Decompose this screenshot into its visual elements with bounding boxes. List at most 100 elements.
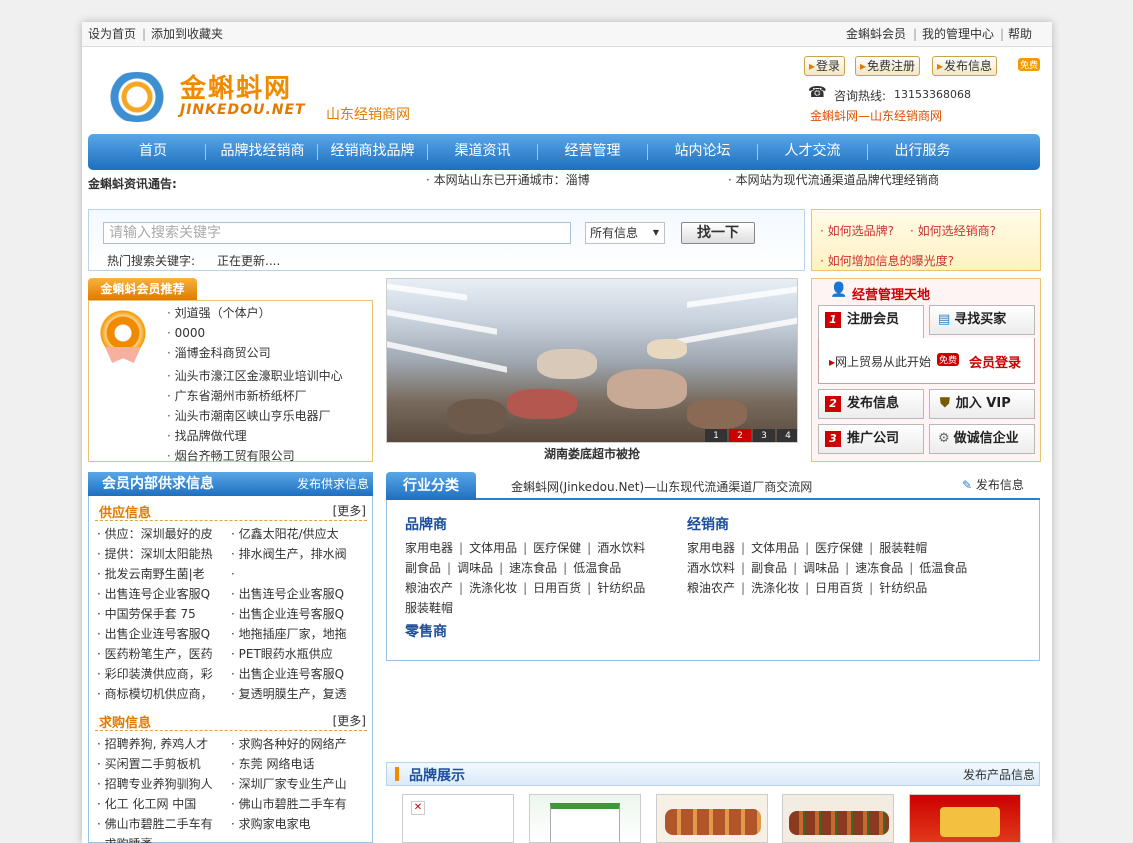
member-login-link[interactable]: 会员登录	[969, 352, 1021, 371]
brand-image-broken[interactable]: ✕	[402, 794, 514, 843]
buy-item[interactable]: · 求购睡袤	[97, 834, 227, 843]
admin-center-link[interactable]: 我的管理中心	[922, 22, 994, 46]
supply-item[interactable]: · 亿鑫太阳花/供应太	[231, 524, 371, 544]
publish-product-link[interactable]: 发布产品信息	[963, 766, 1035, 783]
member-item[interactable]: · 刘道强（个体户）	[167, 305, 271, 321]
faq-choose-dealer[interactable]: · 如何选经销商?	[910, 222, 996, 239]
nav-dealer-find-brand[interactable]: 经销商找品牌	[320, 134, 425, 170]
supply-item[interactable]: · 供应：深圳最好的皮	[97, 524, 227, 544]
member-link[interactable]: 金蝌蚪会员	[846, 22, 906, 46]
brand-image[interactable]	[909, 794, 1021, 843]
category-link[interactable]: 粮油农产	[405, 581, 453, 595]
member-item[interactable]: · 找品牌做代理	[167, 428, 247, 444]
nav-talent[interactable]: 人才交流	[760, 134, 865, 170]
promote-company-button[interactable]: 3 推广公司	[818, 424, 924, 454]
supply-item[interactable]: · 彩印装潢供应商，彩	[97, 664, 227, 684]
member-item[interactable]: · 0000	[167, 325, 205, 341]
category-link[interactable]: 针纺织品	[879, 581, 927, 595]
photo-page-3[interactable]: 3	[753, 429, 775, 442]
category-link[interactable]: 副食品	[405, 561, 441, 575]
honest-enterprise-button[interactable]: ⚙ 做诚信企业	[929, 424, 1035, 454]
category-link[interactable]: 医疗保健	[815, 541, 863, 555]
brand-image[interactable]	[529, 794, 641, 843]
supply-item[interactable]: · 出售企业连号客服Q	[231, 604, 371, 624]
supply-item[interactable]: · 批发云南野生菌|老	[97, 564, 227, 584]
category-link[interactable]: 文体用品	[751, 541, 799, 555]
buy-item[interactable]: · 深圳厂家专业生产山	[231, 774, 371, 794]
category-link[interactable]: 调味品	[457, 561, 493, 575]
nav-travel[interactable]: 出行服务	[870, 134, 975, 170]
photo-page-1[interactable]: 1	[705, 429, 727, 442]
supply-item[interactable]: · 复透明膜生产，复透	[231, 684, 371, 704]
dealer-section-title[interactable]: 经销商	[687, 514, 729, 534]
search-category-select[interactable]: 所有信息 ▼	[585, 222, 665, 244]
category-link[interactable]: 针纺织品	[597, 581, 645, 595]
supply-item[interactable]: ·	[231, 564, 371, 584]
buy-item[interactable]: · 化工 化工网 中国	[97, 794, 227, 814]
logo-english[interactable]: JINKEDOU.NET	[180, 102, 306, 118]
photo-page-4[interactable]: 4	[777, 429, 797, 442]
member-item[interactable]: · 汕头市濠江区金濠职业培训中心	[167, 368, 343, 384]
category-link[interactable]: 医疗保健	[533, 541, 581, 555]
category-link[interactable]: 粮油农产	[687, 581, 735, 595]
photo-caption[interactable]: 湖南娄底超市被抢	[386, 445, 798, 463]
category-link[interactable]: 洗涤化妆	[469, 581, 517, 595]
category-link[interactable]: 日用百货	[533, 581, 581, 595]
category-link[interactable]: 洗涤化妆	[751, 581, 799, 595]
buy-item[interactable]: · 招聘养狗, 养鸡人才	[97, 734, 227, 754]
member-item[interactable]: · 淄博金科商贸公司	[167, 345, 271, 361]
buy-item[interactable]: · 求购家电家电	[231, 814, 371, 834]
register-button[interactable]: 免费注册	[855, 56, 921, 76]
member-item[interactable]: · 广东省潮州市新桥纸杯厂	[167, 388, 307, 404]
supply-item[interactable]: · 出售连号企业客服Q	[97, 584, 227, 604]
supply-item[interactable]: · 中国劳保手套 75	[97, 604, 227, 624]
buy-item[interactable]: · 求购各种好的网络产	[231, 734, 371, 754]
nav-management[interactable]: 经营管理	[540, 134, 645, 170]
category-link[interactable]: 调味品	[803, 561, 839, 575]
faq-exposure[interactable]: · 如何增加信息的曝光度?	[820, 252, 954, 269]
category-publish-link[interactable]: ✎ 发布信息	[962, 476, 1024, 493]
member-item[interactable]: · 烟台齐畅工贸有限公司	[167, 448, 295, 464]
nav-forum[interactable]: 站内论坛	[650, 134, 755, 170]
category-link[interactable]: 服装鞋帽	[879, 541, 927, 555]
category-link[interactable]: 家用电器	[405, 541, 453, 555]
category-link[interactable]: 文体用品	[469, 541, 517, 555]
tab-category[interactable]: 行业分类	[386, 472, 476, 500]
category-link[interactable]: 低温食品	[919, 561, 967, 575]
buy-item[interactable]: · 东莞 网络电话	[231, 754, 371, 774]
buy-item[interactable]: · 买闲置二手剪板机	[97, 754, 227, 774]
category-link[interactable]: 低温食品	[573, 561, 621, 575]
supply-item[interactable]: · 提供：深圳太阳能热	[97, 544, 227, 564]
buy-item[interactable]: · 佛山市碧胜二手车有	[231, 794, 371, 814]
nav-brand-find-dealer[interactable]: 品牌找经销商	[210, 134, 315, 170]
publish-info-button[interactable]: 2 发布信息	[818, 389, 924, 419]
category-link[interactable]: 家用电器	[687, 541, 735, 555]
help-link[interactable]: 帮助	[1008, 22, 1032, 46]
find-buyer-button[interactable]: ▤ 寻找买家	[929, 305, 1035, 335]
nav-home[interactable]: 首页	[108, 134, 198, 170]
brand-image[interactable]	[782, 794, 894, 843]
faq-choose-brand[interactable]: · 如何选品牌?	[820, 222, 894, 239]
supply-item[interactable]: · PET眼药水瓶供应	[231, 644, 371, 664]
buy-more-link[interactable]: [更多]	[333, 712, 366, 729]
join-vip-button[interactable]: ⛊ 加入 VIP	[929, 389, 1035, 419]
member-item[interactable]: · 汕头市潮南区峡山亨乐电器厂	[167, 408, 331, 424]
category-link[interactable]: 副食品	[751, 561, 787, 575]
supply-more-link[interactable]: [更多]	[333, 502, 366, 519]
set-homepage-link[interactable]: 设为首页	[88, 22, 136, 46]
supply-item[interactable]: · 出售企业连号客服Q	[97, 624, 227, 644]
category-link[interactable]: 服装鞋帽	[405, 601, 453, 615]
add-favorites-link[interactable]: 添加到收藏夹	[151, 22, 223, 46]
buy-item[interactable]: · 招聘专业养狗驯狗人	[97, 774, 227, 794]
category-link[interactable]: 速冻食品	[509, 561, 557, 575]
search-input[interactable]: 请输入搜索关键字	[103, 222, 571, 244]
brand-image[interactable]	[656, 794, 768, 843]
publish-button[interactable]: 发布信息	[932, 56, 998, 76]
supply-item[interactable]: · 商标模切机供应商，	[97, 684, 227, 704]
search-button[interactable]: 找一下	[681, 222, 755, 244]
buy-item[interactable]: · 佛山市碧胜二手车有	[97, 814, 227, 834]
logo-text[interactable]: 金蝌蚪网	[180, 68, 292, 105]
notice-item[interactable]: · 本网站山东已开通城市：淄博	[426, 172, 590, 188]
login-button[interactable]: 登录	[804, 56, 846, 76]
supply-item[interactable]: · 出售连号企业客服Q	[231, 584, 371, 604]
